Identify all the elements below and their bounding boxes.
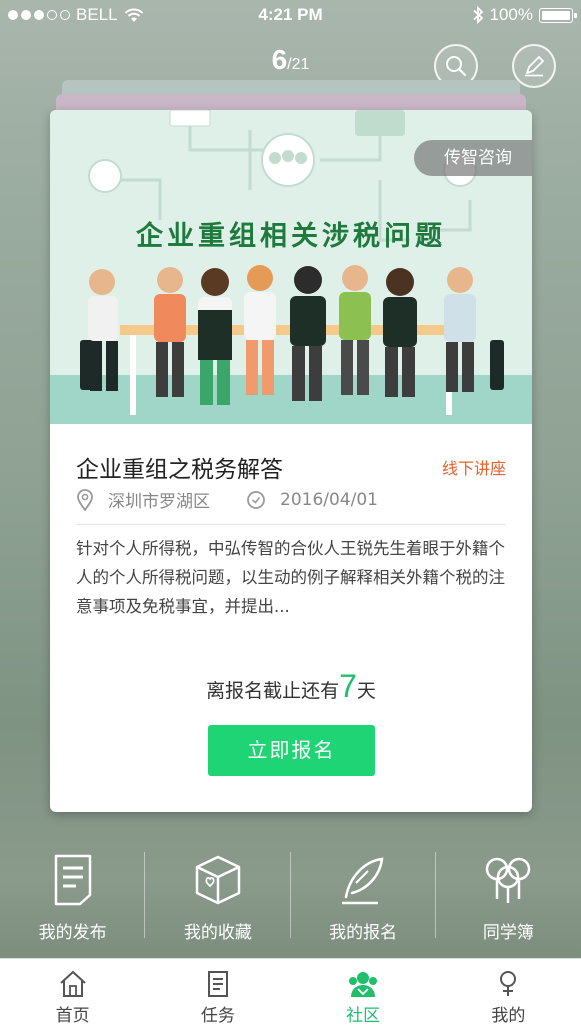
community-icon <box>349 971 378 997</box>
pager-total: /21 <box>287 56 310 73</box>
deadline-suffix: 天 <box>356 680 376 702</box>
quick-action-my-posts[interactable]: 我的发布 <box>0 840 146 950</box>
event-banner: 传智咨询 企业重组相关涉税问题 <box>50 110 532 424</box>
category-tag: 传智咨询 <box>414 140 532 176</box>
quick-action-classmates[interactable]: 同学簿 <box>436 840 581 950</box>
tab-community[interactable]: 社区 <box>291 959 436 1035</box>
bluetooth-icon <box>472 6 483 24</box>
quick-action-my-signups[interactable]: 我的报名 <box>291 840 437 950</box>
classmates-icon <box>486 857 531 903</box>
event-date: 2016/04/01 <box>280 489 378 510</box>
deadline-prefix: 离报名截止还有 <box>206 680 340 702</box>
document-list-icon <box>54 854 91 906</box>
event-meta: 深圳市罗湖区 2016/04/01 <box>76 487 506 525</box>
banner-title: 企业重组相关涉税问题 <box>136 221 446 252</box>
tab-tasks[interactable]: 任务 <box>145 959 290 1035</box>
profile-icon <box>500 970 517 996</box>
quick-action-label: 我的收藏 <box>183 923 252 943</box>
card-pager: 6/21 <box>0 44 581 76</box>
tab-label: 社区 <box>346 1005 381 1026</box>
signup-deadline: 离报名截止还有7天 <box>50 668 532 705</box>
tab-label: 首页 <box>55 1005 90 1026</box>
quick-action-label: 同学簿 <box>482 923 534 943</box>
quick-action-label: 我的报名 <box>329 923 398 943</box>
feather-pen-icon <box>342 857 384 905</box>
event-type: 线下讲座 <box>441 459 506 478</box>
location-pin-icon <box>76 488 94 511</box>
quick-action-label: 我的发布 <box>38 923 107 943</box>
event-title: 企业重组之税务解答 <box>76 457 283 483</box>
pencil-icon <box>525 56 544 77</box>
bottom-tab-bar: 首页 任务 社区 我的 <box>0 958 581 1035</box>
tab-home[interactable]: 首页 <box>0 959 145 1035</box>
status-bar: BELL 4:21 PM 100% <box>0 0 581 30</box>
tab-mine[interactable]: 我的 <box>436 959 581 1035</box>
quick-action-my-favorites[interactable]: 我的收藏 <box>145 840 291 950</box>
battery-percent: 100% <box>489 5 533 24</box>
pager-current: 6 <box>271 44 288 75</box>
event-card[interactable]: 传智咨询 企业重组相关涉税问题 企业重组之税务解答 线下讲座 深圳市罗湖区 20… <box>50 110 532 812</box>
tab-label: 我的 <box>491 1005 526 1026</box>
signup-button[interactable]: 立即报名 <box>208 725 375 776</box>
home-icon <box>59 970 86 997</box>
quick-actions: 我的发布 我的收藏 我的报名 同学簿 <box>0 840 581 950</box>
clock-icon <box>246 490 266 510</box>
search-icon <box>446 56 467 77</box>
battery-icon <box>539 7 577 23</box>
event-description: 针对个人所得税，中弘传智的合伙人王锐先生着眼于外籍个人的个人所得税问题，以生动的… <box>76 539 505 616</box>
deadline-days: 7 <box>339 668 357 704</box>
heart-box-icon <box>195 855 241 905</box>
task-icon <box>207 970 228 997</box>
tab-label: 任务 <box>200 1005 235 1026</box>
event-location: 深圳市罗湖区 <box>108 492 210 512</box>
